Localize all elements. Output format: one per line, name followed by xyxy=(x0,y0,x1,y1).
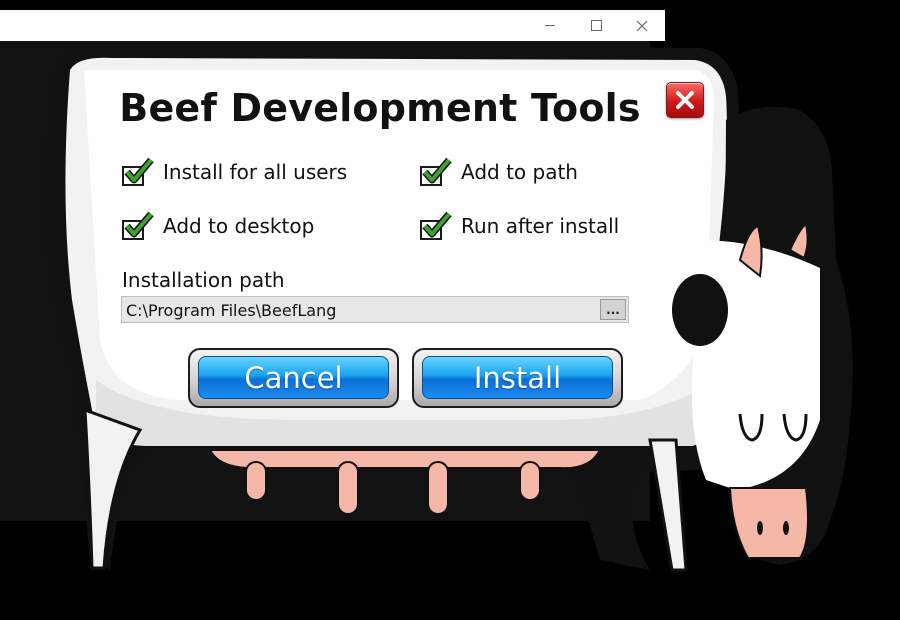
cow-eye-spot xyxy=(672,274,728,346)
install-button[interactable]: Install xyxy=(412,348,623,408)
checkmark-icon xyxy=(422,211,452,238)
dialog-title: Beef Development Tools xyxy=(119,86,641,130)
install-button-label: Install xyxy=(422,356,613,399)
option-label: Add to path xyxy=(461,160,578,184)
cancel-button-label: Cancel xyxy=(198,356,389,399)
cow-teat-2 xyxy=(337,461,359,515)
option-run-after-install[interactable]: Run after install xyxy=(419,211,620,240)
red-x-close-icon xyxy=(676,91,694,109)
checkmark-icon xyxy=(124,211,154,238)
option-label: Run after install xyxy=(461,214,620,238)
checkbox-add-to-path[interactable] xyxy=(419,157,452,186)
installation-path-input[interactable] xyxy=(126,299,596,321)
option-add-to-desktop[interactable]: Add to desktop xyxy=(121,211,315,240)
close-button[interactable] xyxy=(666,82,704,118)
cancel-button[interactable]: Cancel xyxy=(188,348,399,408)
option-label: Install for all users xyxy=(163,160,348,184)
checkbox-add-to-desktop[interactable] xyxy=(121,211,154,240)
option-label: Add to desktop xyxy=(163,214,315,238)
checkbox-install-all-users[interactable] xyxy=(121,157,154,186)
browse-button[interactable]: ... xyxy=(600,299,626,320)
cow-udder xyxy=(208,449,602,470)
cow-teat-4 xyxy=(519,461,541,501)
cow-teat-3 xyxy=(427,461,449,515)
installation-path-field: ... xyxy=(121,296,629,323)
checkmark-icon xyxy=(124,157,154,184)
option-install-all-users[interactable]: Install for all users xyxy=(121,157,348,186)
checkmark-icon xyxy=(422,157,452,184)
option-add-to-path[interactable]: Add to path xyxy=(419,157,578,186)
checkbox-run-after-install[interactable] xyxy=(419,211,452,240)
cow-snout xyxy=(728,487,809,559)
installation-path-label: Installation path xyxy=(122,268,285,292)
cow-teat-1 xyxy=(245,461,267,501)
